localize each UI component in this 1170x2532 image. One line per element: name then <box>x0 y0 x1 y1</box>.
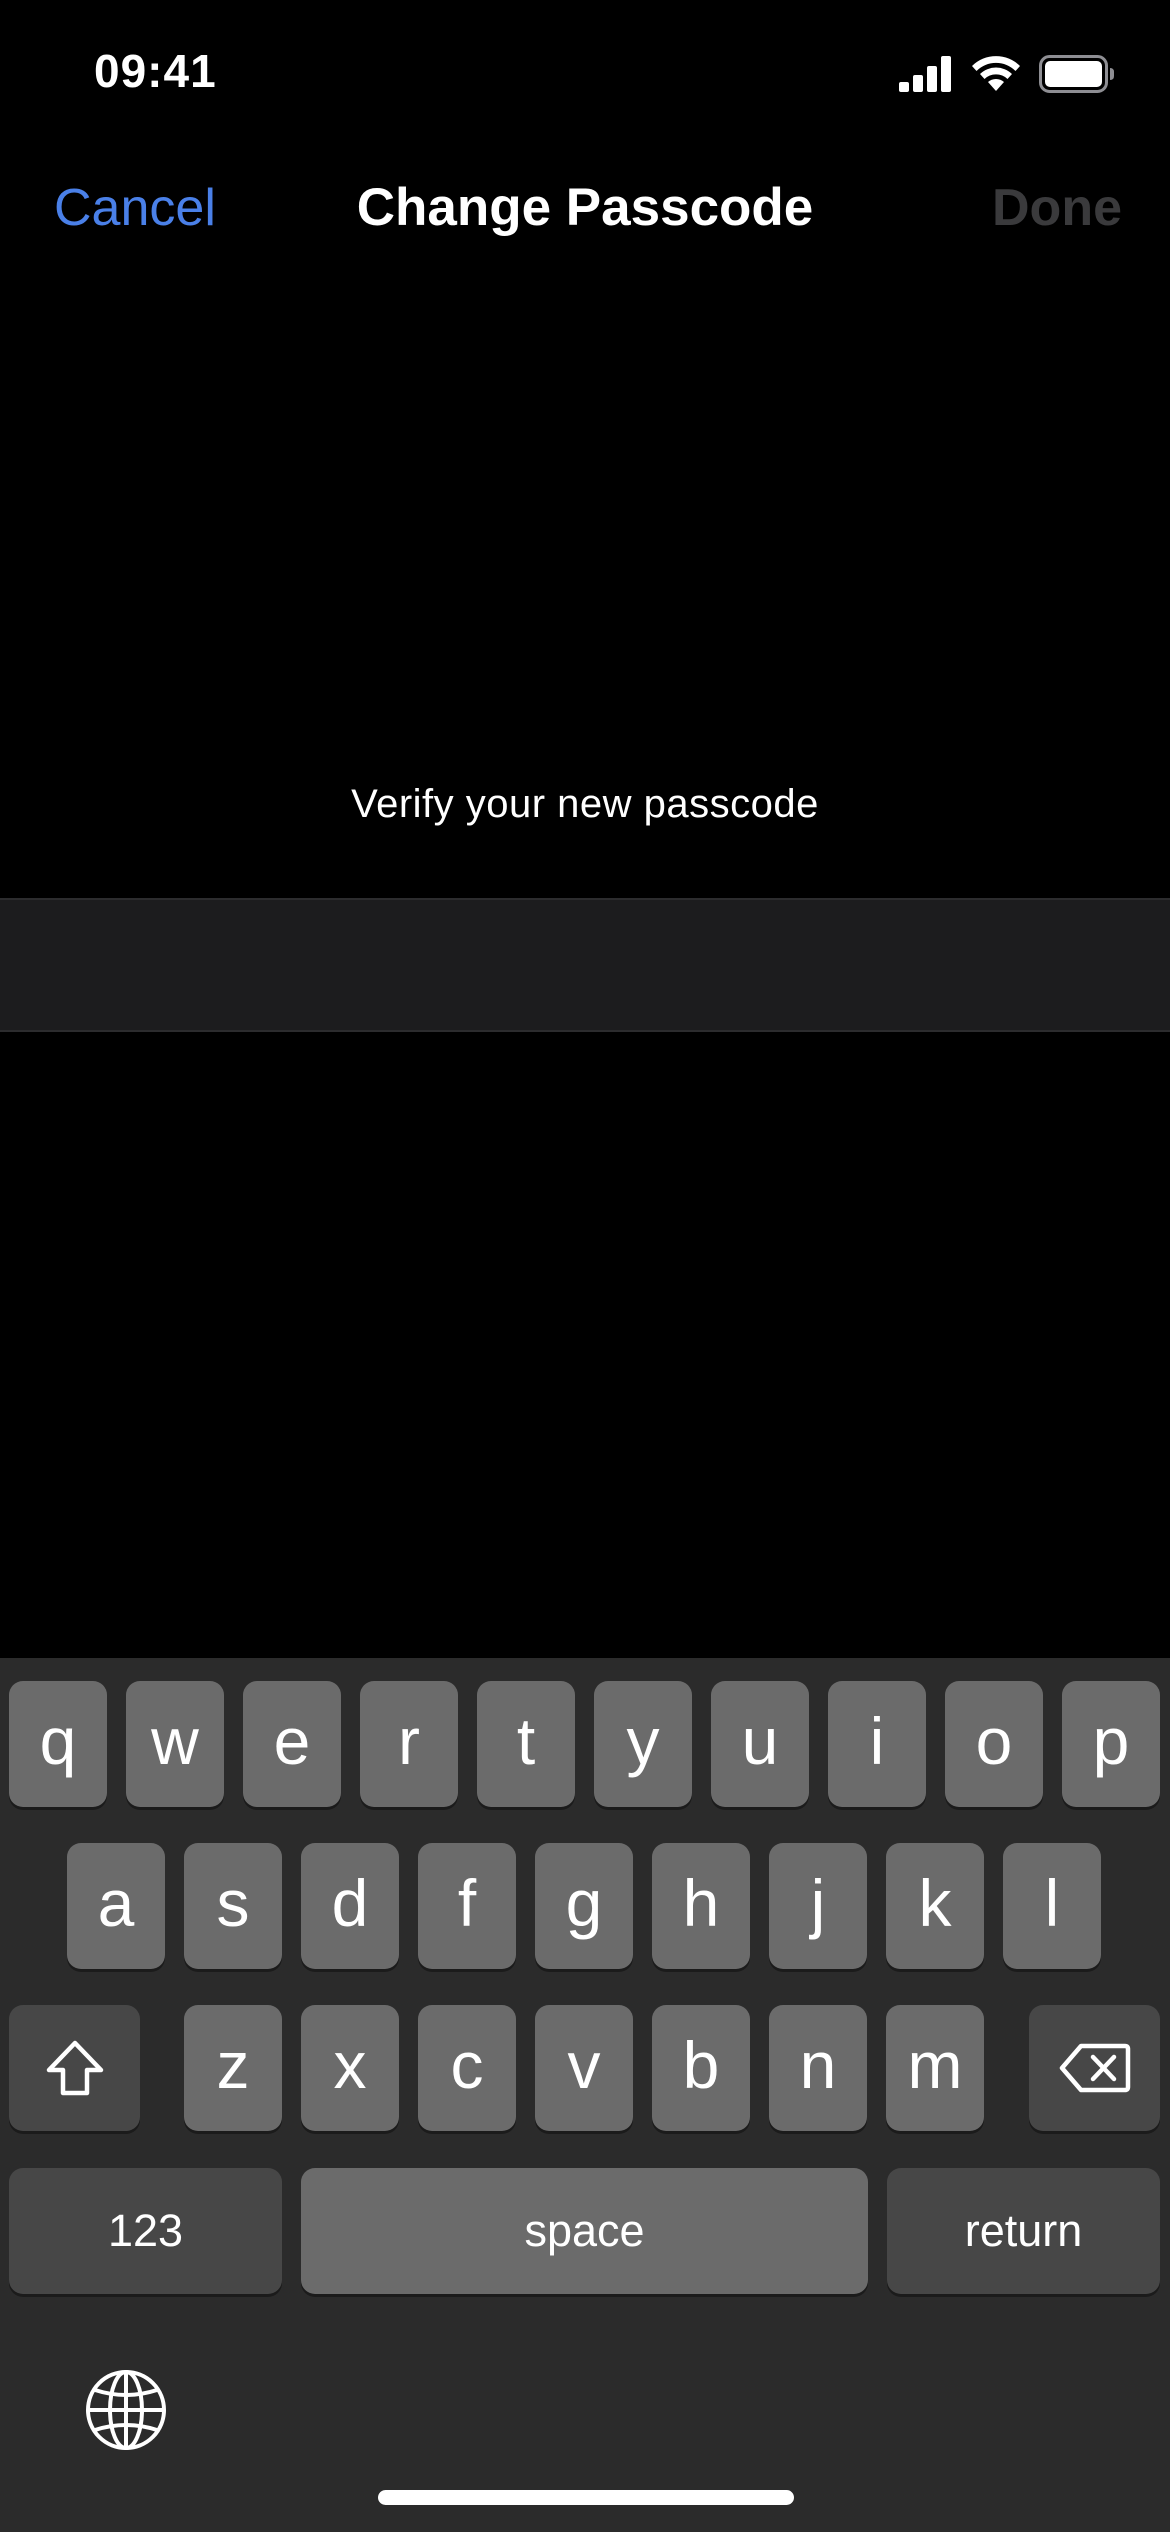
key-label: q <box>39 1704 77 1778</box>
battery-icon <box>1039 55 1114 93</box>
key-l[interactable]: l <box>1003 1843 1101 1969</box>
key-y[interactable]: y <box>594 1681 692 1807</box>
done-button[interactable]: Done <box>992 178 1122 238</box>
screen: 09:41 Cancel Change Passcode Done Verify… <box>0 0 1170 2532</box>
key-label: w <box>151 1704 199 1778</box>
key-t[interactable]: t <box>477 1681 575 1807</box>
key-label: a <box>97 1866 135 1940</box>
key-u[interactable]: u <box>711 1681 809 1807</box>
key-x[interactable]: x <box>301 2005 399 2131</box>
key-label: k <box>918 1866 952 1940</box>
key-label: o <box>975 1704 1013 1778</box>
key-q[interactable]: q <box>9 1681 107 1807</box>
key-label: z <box>216 2028 250 2102</box>
status-bar: 09:41 <box>0 0 1170 150</box>
passcode-prompt: Verify your new passcode <box>351 782 819 826</box>
key-label: b <box>682 2028 720 2102</box>
key-b[interactable]: b <box>652 2005 750 2131</box>
key-m[interactable]: m <box>886 2005 984 2131</box>
home-indicator[interactable] <box>378 2490 794 2505</box>
key-k[interactable]: k <box>886 1843 984 1969</box>
key-n[interactable]: n <box>769 2005 867 2131</box>
return-key[interactable]: return <box>887 2168 1160 2294</box>
key-g[interactable]: g <box>535 1843 633 1969</box>
key-j[interactable]: j <box>769 1843 867 1969</box>
key-o[interactable]: o <box>945 1681 1043 1807</box>
key-r[interactable]: r <box>360 1681 458 1807</box>
key-label: m <box>907 2028 963 2102</box>
key-label: f <box>457 1866 477 1940</box>
numbers-key[interactable]: 123 <box>9 2168 282 2294</box>
key-c[interactable]: c <box>418 2005 516 2131</box>
status-time: 09:41 <box>94 45 217 97</box>
passcode-input[interactable] <box>0 900 1170 1030</box>
key-label: u <box>741 1704 779 1778</box>
key-label: v <box>567 2028 601 2102</box>
delete-key[interactable] <box>1029 2005 1160 2131</box>
key-label: d <box>331 1866 369 1940</box>
key-i[interactable]: i <box>828 1681 926 1807</box>
key-a[interactable]: a <box>67 1843 165 1969</box>
shift-icon <box>46 2040 103 2096</box>
key-h[interactable]: h <box>652 1843 750 1969</box>
passcode-field[interactable] <box>0 898 1170 1032</box>
space-key[interactable]: space <box>301 2168 868 2294</box>
key-v[interactable]: v <box>535 2005 633 2131</box>
status-icons <box>899 52 1115 96</box>
key-f[interactable]: f <box>418 1843 516 1969</box>
key-label: g <box>565 1866 603 1940</box>
key-s[interactable]: s <box>184 1843 282 1969</box>
key-label: s <box>216 1866 250 1940</box>
key-label: r <box>398 1704 420 1778</box>
nav-bar: Cancel Change Passcode Done <box>0 160 1170 255</box>
key-label: t <box>516 1704 536 1778</box>
key-label: y <box>626 1704 660 1778</box>
cellular-signal-icon <box>899 56 951 92</box>
key-label: i <box>869 1704 885 1778</box>
key-label: j <box>810 1866 826 1940</box>
key-label: h <box>682 1866 720 1940</box>
shift-key[interactable] <box>9 2005 140 2131</box>
globe-icon <box>86 2370 166 2450</box>
key-label: l <box>1044 1866 1060 1940</box>
key-label: p <box>1092 1704 1130 1778</box>
key-label: c <box>450 2028 484 2102</box>
key-label: e <box>273 1704 311 1778</box>
globe-key[interactable] <box>84 2368 168 2452</box>
key-d[interactable]: d <box>301 1843 399 1969</box>
key-z[interactable]: z <box>184 2005 282 2131</box>
key-label: n <box>799 2028 837 2102</box>
keyboard: q w e r t y u i o p a s d f g h j k l z … <box>0 1658 1170 2532</box>
delete-icon <box>1059 2043 1130 2093</box>
wifi-icon <box>972 56 1020 91</box>
key-p[interactable]: p <box>1062 1681 1160 1807</box>
key-w[interactable]: w <box>126 1681 224 1807</box>
key-e[interactable]: e <box>243 1681 341 1807</box>
key-label: x <box>333 2028 367 2102</box>
